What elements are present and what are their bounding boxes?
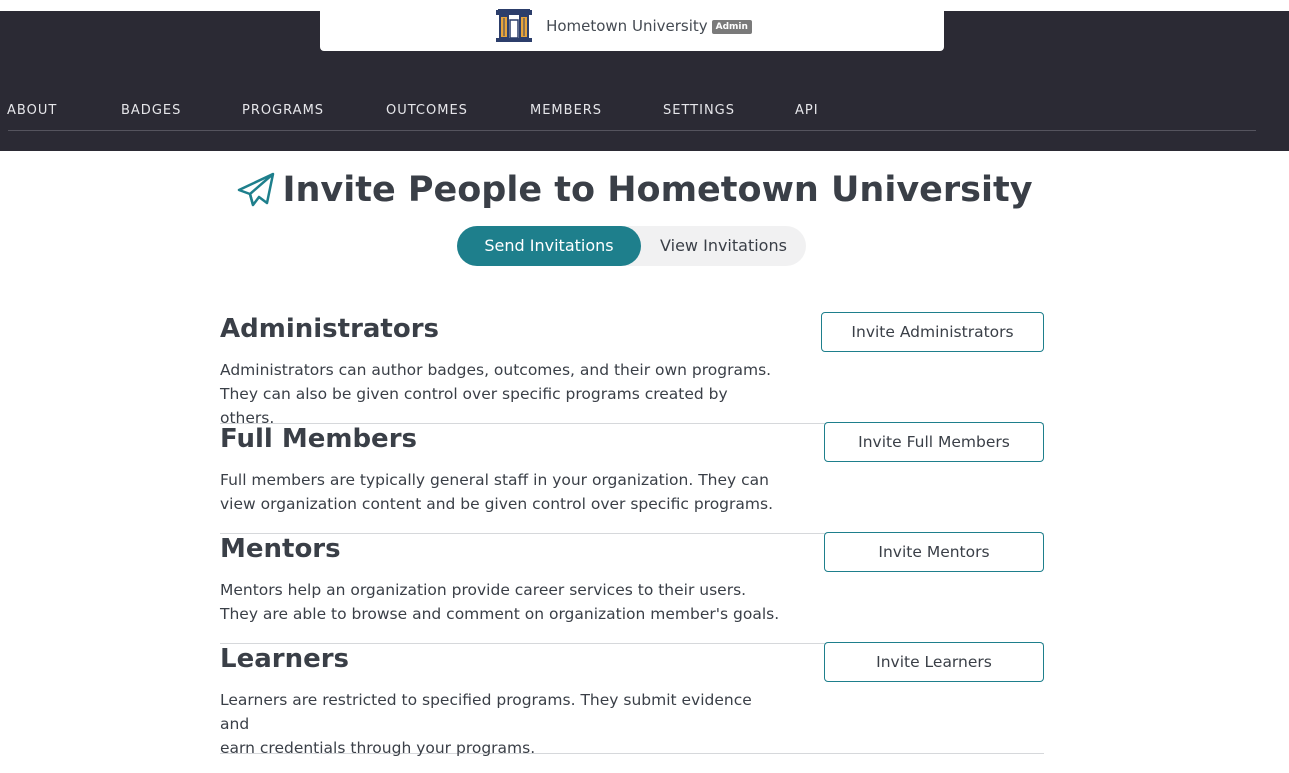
nav-item-about[interactable]: ABOUT (7, 103, 57, 118)
tab-send-invitations[interactable]: Send Invitations (457, 226, 641, 266)
org-name: Hometown University (546, 16, 708, 35)
section-description-line: view organization content and be given c… (220, 495, 773, 513)
section-title: Full Members (220, 424, 417, 454)
section-description: Learners are restricted to specified pro… (220, 688, 780, 760)
section-learners: Learners Learners are restricted to spec… (220, 642, 1044, 757)
invitation-tabs: Send Invitations View Invitations (457, 226, 806, 266)
section-mentors: Mentors Mentors help an organization pro… (220, 532, 1044, 644)
section-description: Full members are typically general staff… (220, 468, 780, 516)
nav-item-api[interactable]: API (795, 103, 819, 118)
section-description-line: Administrators can author badges, outcom… (220, 361, 772, 379)
section-description: Administrators can author badges, outcom… (220, 358, 780, 430)
section-description-line: Mentors help an organization provide car… (220, 581, 747, 599)
section-description-line: earn credentials through your programs. (220, 739, 536, 757)
section-description-line: Full members are typically general staff… (220, 471, 769, 489)
nav-item-members[interactable]: MEMBERS (530, 103, 602, 118)
nav-item-programs[interactable]: PROGRAMS (242, 103, 324, 118)
invite-full-members-button[interactable]: Invite Full Members (824, 422, 1044, 462)
invite-learners-button[interactable]: Invite Learners (824, 642, 1044, 682)
paper-plane-icon (238, 172, 275, 207)
columns-logo (496, 8, 533, 42)
section-administrators: Administrators Administrators can author… (220, 312, 1044, 427)
page-title: Invite People to Hometown University (282, 170, 1033, 210)
section-title: Administrators (220, 314, 440, 344)
section-description-line: Learners are restricted to specified pro… (220, 691, 752, 733)
section-title: Learners (220, 644, 350, 674)
org-switcher[interactable]: Hometown University Admin (320, 0, 944, 51)
section-full-members: Full Members Full members are typically … (220, 422, 1044, 534)
nav-item-outcomes[interactable]: OUTCOMES (386, 103, 468, 118)
section-description-line: They can also be given control over spec… (220, 385, 728, 427)
tab-view-invitations[interactable]: View Invitations (641, 226, 806, 266)
section-description-line: They are able to browse and comment on o… (220, 605, 780, 623)
role-badge: Admin (711, 19, 752, 34)
nav-item-settings[interactable]: SETTINGS (663, 103, 735, 118)
section-title: Mentors (220, 534, 341, 564)
section-description: Mentors help an organization provide car… (220, 578, 780, 626)
nav-item-badges[interactable]: BADGES (121, 103, 181, 118)
invite-administrators-button[interactable]: Invite Administrators (821, 312, 1044, 352)
page-header: Invite People to Hometown University (0, 170, 1289, 210)
invite-mentors-button[interactable]: Invite Mentors (824, 532, 1044, 572)
nav-divider (8, 130, 1256, 131)
